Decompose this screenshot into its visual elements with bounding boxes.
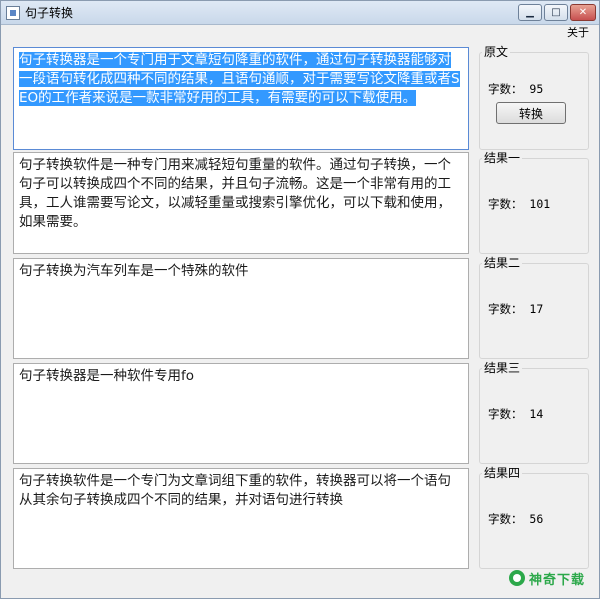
original-group: 原文 字数： 95 xyxy=(476,45,589,150)
result-2-text: 句子转换为汽车列车是一个特殊的软件 xyxy=(19,263,249,279)
result-2-text-area[interactable]: 句子转换为汽车列车是一个特殊的软件 xyxy=(13,258,469,359)
result-4-text-area[interactable]: 句子转换软件是一个专门为文章词组下重的软件，转换器可以将一个语句从其余句子转换成… xyxy=(13,468,469,569)
app-icon xyxy=(6,6,20,20)
original-group-frame xyxy=(479,52,589,150)
maximize-button[interactable]: □ xyxy=(544,4,568,21)
result-1-group-label: 结果一 xyxy=(482,151,523,165)
result-4-text: 句子转换软件是一个专门为文章词组下重的软件，转换器可以将一个语句从其余句子转换成… xyxy=(19,473,451,508)
watermark-logo-icon xyxy=(509,570,525,586)
title-bar[interactable]: 句子转换 ▁ □ ✕ xyxy=(1,1,599,25)
menu-bar: 关于 xyxy=(1,25,599,41)
result-2-group: 结果二 字数： 17 xyxy=(476,256,589,359)
result-4-count: 字数： 56 xyxy=(488,512,544,526)
original-group-label: 原文 xyxy=(482,45,511,59)
result-3-text-area[interactable]: 句子转换器是一种软件专用fo xyxy=(13,363,469,464)
original-count: 字数： 95 xyxy=(488,82,544,96)
result-4-group: 结果四 字数： 56 xyxy=(476,466,589,569)
result-1-group: 结果一 字数： 101 xyxy=(476,151,589,254)
result-3-count: 字数： 14 xyxy=(488,407,544,421)
result-2-count: 字数： 17 xyxy=(488,302,544,316)
app-window: 句子转换 ▁ □ ✕ 关于 句子转换器是一个专门用于文章短句降重的软件，通过句子… xyxy=(0,0,600,599)
result-1-count: 字数： 101 xyxy=(488,197,551,211)
result-4-group-label: 结果四 xyxy=(482,466,523,480)
original-text: 句子转换器是一个专门用于文章短句降重的软件，通过句子转换器能够对一段语句转化成四… xyxy=(19,52,460,106)
result-1-text: 句子转换软件是一种专门用来减轻短句重量的软件。通过句子转换，一个句子可以转换成四… xyxy=(19,157,451,230)
convert-button[interactable]: 转换 xyxy=(496,102,566,124)
close-button[interactable]: ✕ xyxy=(570,4,596,21)
result-2-group-label: 结果二 xyxy=(482,256,523,270)
result-3-group: 结果三 字数： 14 xyxy=(476,361,589,464)
result-3-group-label: 结果三 xyxy=(482,361,523,375)
original-text-area[interactable]: 句子转换器是一个专门用于文章短句降重的软件，通过句子转换器能够对一段语句转化成四… xyxy=(13,47,469,150)
minimize-button[interactable]: ▁ xyxy=(518,4,542,21)
window-title: 句子转换 xyxy=(25,6,74,20)
result-1-text-area[interactable]: 句子转换软件是一种专门用来减轻短句重量的软件。通过句子转换，一个句子可以转换成四… xyxy=(13,152,469,254)
watermark-text: 神奇下载 xyxy=(529,572,586,588)
watermark: 神奇下载 xyxy=(509,567,595,589)
result-3-text: 句子转换器是一种软件专用fo xyxy=(19,368,195,384)
menu-item-about[interactable]: 关于 xyxy=(567,26,589,39)
